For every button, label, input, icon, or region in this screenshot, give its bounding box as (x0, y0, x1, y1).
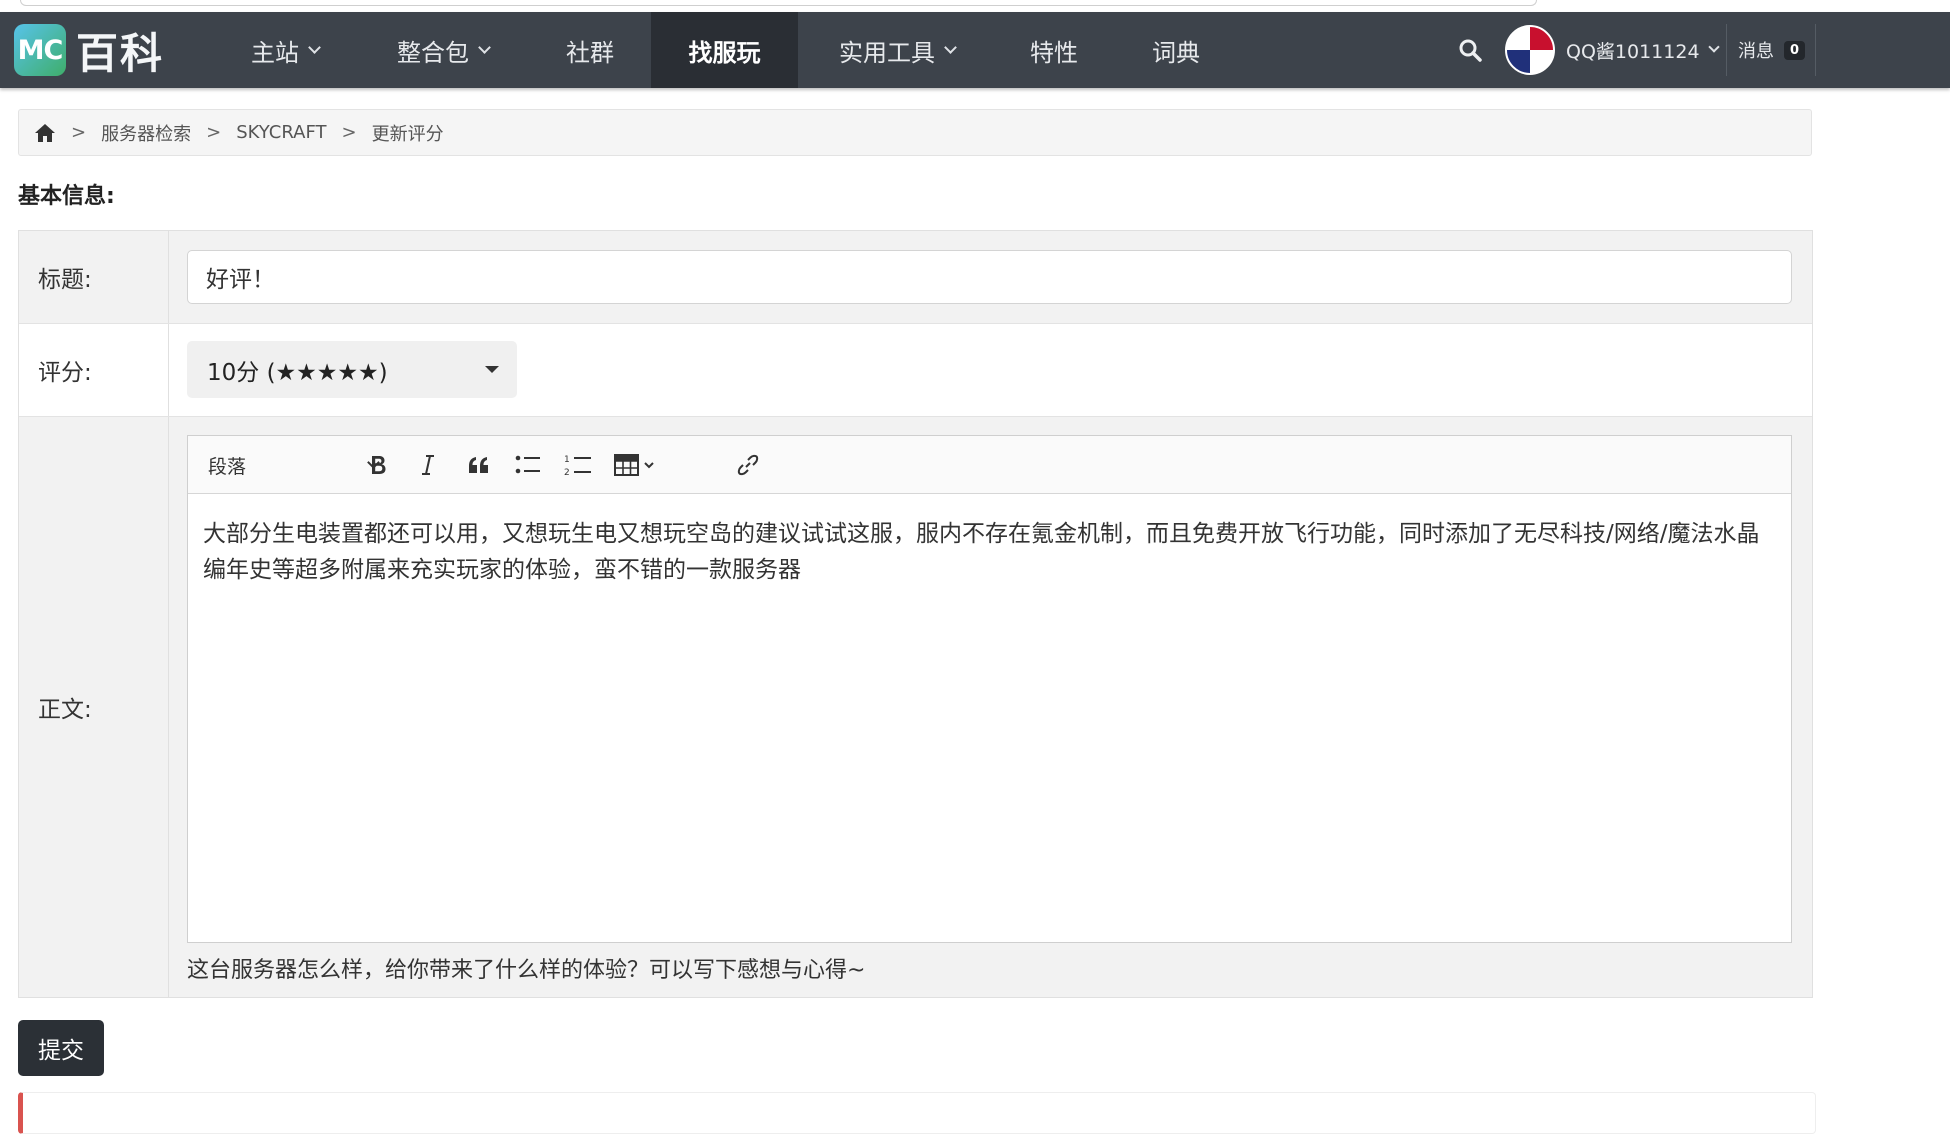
nav-item-label: 找服玩 (688, 38, 761, 67)
chevron-down-icon (1707, 41, 1720, 53)
breadcrumb-server-name[interactable]: SKYCRAFT (236, 122, 326, 143)
editor-content[interactable]: 大部分生电装置都还可以用，又想玩生电又想玩空岛的建议试试这服，服内不存在氪金机制… (203, 516, 1773, 588)
nav-divider (1726, 24, 1727, 76)
review-form: 标题: 评分: 10分 (★★★★★) 正文: 段落 (18, 230, 1813, 998)
avatar (1505, 25, 1555, 75)
breadcrumb: > 服务器检索 > SKYCRAFT > 更新评分 (18, 109, 1812, 156)
blockquote-icon[interactable] (464, 450, 494, 480)
nav-item-features[interactable]: 特性 (1010, 12, 1098, 88)
logo-mc-badge: MC (14, 24, 66, 76)
user-menu[interactable]: QQ酱1011124 (1505, 24, 1720, 76)
nav-item-label: 特性 (1030, 38, 1078, 67)
nav-item-label: 实用工具 (839, 38, 935, 67)
editor-toolbar: 段落 12 (188, 436, 1791, 494)
paragraph-format-value: 段落 (208, 455, 247, 478)
breadcrumb-separator: > (341, 122, 357, 143)
body-hint-text: 这台服务器怎么样，给你带来了什么样的体验？可以写下感想与心得~ (187, 958, 866, 983)
user-name: QQ酱1011124 (1566, 40, 1700, 63)
alert-panel (18, 1092, 1816, 1134)
caret-down-icon (485, 366, 499, 373)
breadcrumb-separator: > (71, 122, 87, 143)
score-select-value: 10分 (★★★★★) (207, 359, 388, 386)
rich-text-editor: 段落 12 大部分生电装置都还可以用，又想玩生电又想玩空岛的建议试试这服，服内不… (187, 435, 1792, 943)
breadcrumb-current-page: 更新评分 (371, 123, 444, 145)
home-icon[interactable] (34, 123, 56, 143)
section-title: 基本信息: (18, 184, 115, 209)
title-label: 标题: (19, 231, 169, 323)
breadcrumb-server-search[interactable]: 服务器检索 (101, 120, 191, 146)
table-icon[interactable] (613, 450, 663, 480)
title-input[interactable] (187, 250, 1792, 304)
messages-button[interactable]: 消息 0 (1738, 24, 1806, 76)
body-label: 正文: (19, 417, 169, 997)
top-navbar: MC 百科 主站 整合包 社群 找服玩 实用工具 特性 词典 QQ酱101112… (0, 12, 1950, 88)
messages-count-badge: 0 (1784, 40, 1806, 60)
chevron-down-icon (478, 40, 491, 54)
nav-item-label: 词典 (1152, 38, 1200, 67)
browser-top-strip (0, 0, 1950, 12)
paragraph-format-select[interactable]: 段落 (208, 450, 388, 480)
svg-text:1: 1 (564, 455, 570, 465)
link-icon[interactable] (733, 450, 763, 480)
nav-item-tools[interactable]: 实用工具 (822, 12, 972, 88)
breadcrumb-separator: > (206, 122, 222, 143)
nav-item-modpacks[interactable]: 整合包 (378, 12, 508, 88)
nav-item-label: 整合包 (397, 38, 469, 67)
form-row-score: 评分: 10分 (★★★★★) (19, 324, 1812, 417)
messages-label: 消息 (1738, 41, 1774, 62)
nav-item-label: 社群 (566, 38, 614, 67)
numbered-list-icon[interactable]: 12 (563, 450, 593, 480)
score-select[interactable]: 10分 (★★★★★) (187, 341, 517, 398)
nav-item-dictionary[interactable]: 词典 (1132, 12, 1220, 88)
bold-icon[interactable] (363, 450, 393, 480)
form-row-body: 正文: 段落 12 大部分生电装置都还可以用，又想玩生电又想玩空岛的建议试试这服… (19, 417, 1812, 997)
nav-divider (1815, 24, 1816, 76)
score-label: 评分: (19, 324, 169, 416)
nav-item-community[interactable]: 社群 (545, 12, 635, 88)
submit-button[interactable]: 提交 (18, 1020, 104, 1076)
nav-item-main-site[interactable]: 主站 (230, 12, 340, 88)
logo-text: 百科 (76, 28, 165, 78)
site-logo[interactable]: MC 百科 (14, 23, 164, 78)
chevron-down-icon (308, 40, 321, 54)
search-icon[interactable] (1458, 38, 1482, 62)
chevron-down-icon (944, 40, 957, 54)
form-row-title: 标题: (19, 231, 1812, 324)
nav-item-label: 主站 (251, 38, 299, 67)
italic-icon[interactable] (413, 450, 443, 480)
nav-item-find-servers[interactable]: 找服玩 (651, 12, 798, 88)
bulleted-list-icon[interactable] (513, 450, 543, 480)
svg-text:2: 2 (564, 468, 570, 477)
